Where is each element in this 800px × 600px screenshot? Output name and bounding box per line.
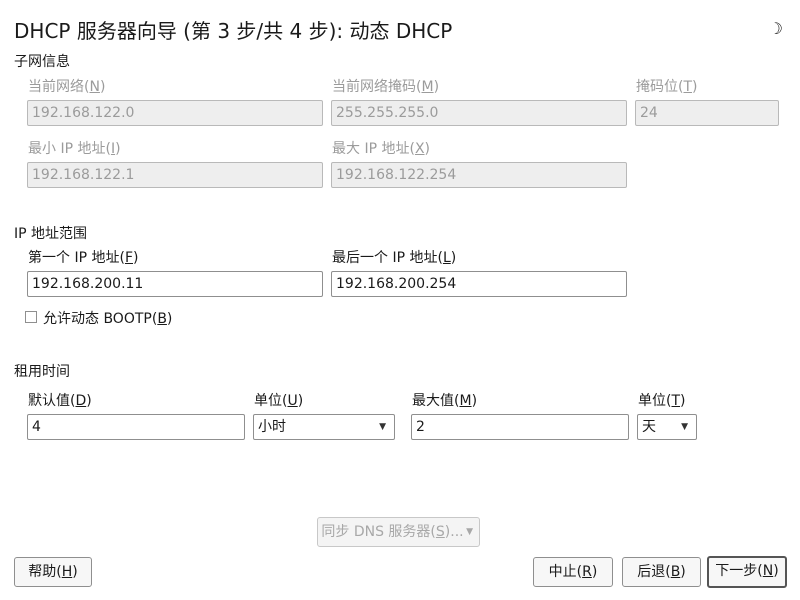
min-ip-label: 最小 IP 地址(I): [28, 141, 121, 157]
abort-button[interactable]: 中止(R): [533, 557, 613, 587]
moon-icon[interactable]: ☽: [769, 20, 783, 38]
window-title: DHCP 服务器向导 (第 3 步/共 4 步): 动态 DHCP: [14, 19, 453, 43]
bootp-checkbox[interactable]: [25, 311, 37, 323]
next-button[interactable]: 下一步(N): [707, 556, 787, 588]
max-ip-label: 最大 IP 地址(X): [332, 141, 430, 157]
first-ip-field[interactable]: 192.168.200.11: [27, 271, 323, 297]
subnet-section-title: 子网信息: [14, 54, 70, 70]
current-network-field: 192.168.122.0: [27, 100, 323, 126]
chevron-down-icon: ▼: [466, 527, 473, 537]
mask-bits-label: 掩码位(T): [636, 79, 698, 95]
current-netmask-label: 当前网络掩码(M): [332, 79, 440, 95]
max-lease-field[interactable]: 2: [411, 414, 629, 440]
ip-range-section-title: IP 地址范围: [14, 226, 88, 242]
unit1-value: 小时: [258, 419, 286, 435]
last-ip-label: 最后一个 IP 地址(L): [332, 250, 457, 266]
current-network-label: 当前网络(N): [28, 79, 106, 95]
first-ip-label: 第一个 IP 地址(F): [28, 250, 139, 266]
default-lease-label: 默认值(D): [28, 393, 92, 409]
unit1-label: 单位(U): [254, 393, 304, 409]
sync-dns-button[interactable]: 同步 DNS 服务器(S)... ▼: [317, 517, 480, 547]
unit2-select[interactable]: 天 ▼: [637, 414, 697, 440]
help-button[interactable]: 帮助(H): [14, 557, 92, 587]
chevron-down-icon: ▼: [379, 422, 386, 432]
unit2-label: 单位(T): [638, 393, 686, 409]
last-ip-field[interactable]: 192.168.200.254: [331, 271, 627, 297]
unit2-value: 天: [642, 419, 656, 435]
default-lease-field[interactable]: 4: [27, 414, 245, 440]
sync-dns-label: 同步 DNS 服务器(S)...: [321, 524, 464, 540]
max-ip-field: 192.168.122.254: [331, 162, 627, 188]
back-button[interactable]: 后退(B): [622, 557, 701, 587]
mask-bits-field: 24: [635, 100, 779, 126]
min-ip-field: 192.168.122.1: [27, 162, 323, 188]
max-lease-label: 最大值(M): [412, 393, 478, 409]
lease-section-title: 租用时间: [14, 364, 70, 380]
current-netmask-field: 255.255.255.0: [331, 100, 627, 126]
unit1-select[interactable]: 小时 ▼: [253, 414, 395, 440]
bootp-label[interactable]: 允许动态 BOOTP(B): [43, 310, 172, 328]
chevron-down-icon: ▼: [681, 422, 688, 432]
